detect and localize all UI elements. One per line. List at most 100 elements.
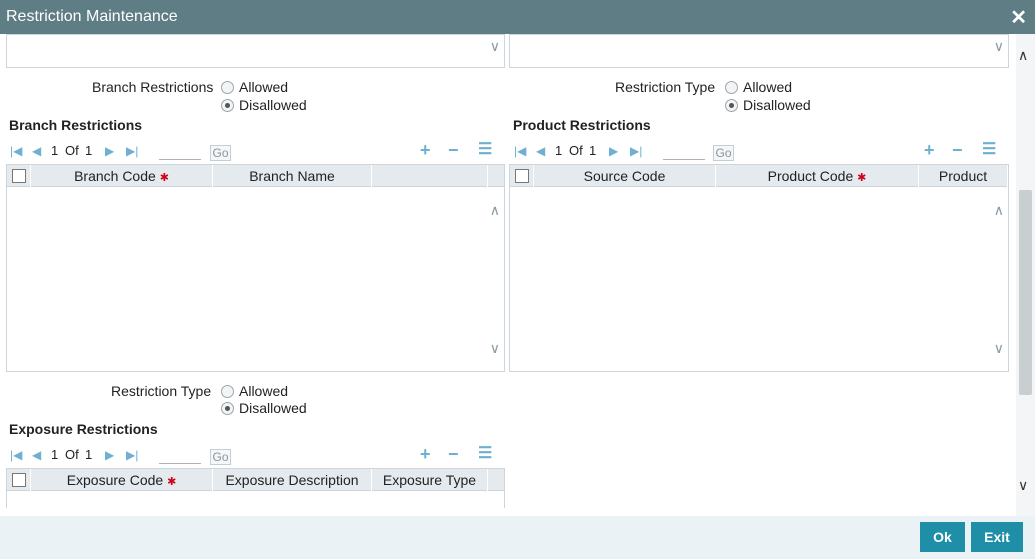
column-header-product-code[interactable]: Product Code ✱ — [716, 165, 919, 187]
radio-selected-icon[interactable] — [221, 99, 234, 112]
single-view-icon[interactable]: ☰ — [982, 142, 996, 158]
select-all-checkbox[interactable] — [514, 169, 529, 183]
product-disallowed-radio[interactable]: Disallowed — [725, 97, 811, 113]
grid-header: Source Code Product Code ✱ Product — [510, 165, 1008, 187]
go-button[interactable]: Go — [210, 449, 231, 465]
window-title: Restriction Maintenance — [6, 8, 178, 25]
prev-page-icon[interactable]: ◀ — [536, 144, 545, 158]
first-page-icon[interactable]: |◀ — [10, 448, 22, 462]
next-page-icon[interactable]: ▶ — [105, 448, 114, 462]
column-header-product[interactable]: Product — [919, 165, 1008, 187]
page-of: Of — [65, 447, 79, 462]
grid-header: Exposure Code ✱ Exposure Description Exp… — [7, 469, 504, 491]
exposure-restriction-type-label: Restriction Type — [111, 383, 212, 399]
add-row-icon[interactable]: + — [924, 141, 935, 159]
go-button[interactable]: Go — [713, 145, 734, 161]
ok-button[interactable]: Ok — [920, 522, 965, 552]
chevron-down-icon[interactable]: ∨ — [994, 39, 1004, 53]
select-all-cell — [510, 165, 534, 187]
select-all-cell — [7, 469, 31, 491]
radio-selected-icon[interactable] — [221, 402, 234, 415]
branch-top-list[interactable]: ∨ — [6, 34, 505, 68]
next-page-icon[interactable]: ▶ — [105, 144, 114, 158]
column-label: Product Code — [767, 168, 854, 184]
last-page-icon[interactable]: ▶| — [126, 448, 138, 462]
chevron-down-icon[interactable]: ∨ — [490, 39, 500, 53]
branch-disallowed-radio[interactable]: Disallowed — [221, 97, 307, 113]
page-current: 1 — [51, 447, 59, 462]
last-page-icon[interactable]: ▶| — [126, 144, 138, 158]
column-header-source-code[interactable]: Source Code — [534, 165, 716, 187]
delete-row-icon[interactable]: − — [952, 141, 963, 159]
product-top-list[interactable]: ∨ — [509, 34, 1009, 68]
required-icon: ✱ — [167, 476, 177, 488]
page-input[interactable] — [159, 146, 201, 160]
radio-label: Allowed — [743, 79, 793, 95]
delete-row-icon[interactable]: − — [448, 141, 459, 159]
page-input[interactable] — [663, 146, 705, 160]
footer-bar: Ok Exit — [0, 516, 1035, 559]
radio-label: Allowed — [239, 79, 289, 95]
radio-selected-icon[interactable] — [725, 99, 738, 112]
branch-grid: Branch Code ✱ Branch Name ∧ ∨ — [6, 164, 505, 372]
next-page-icon[interactable]: ▶ — [609, 144, 618, 158]
single-view-icon[interactable]: ☰ — [478, 446, 492, 462]
select-all-checkbox[interactable] — [11, 169, 26, 183]
radio-label: Allowed — [239, 383, 289, 399]
exit-button[interactable]: Exit — [971, 522, 1023, 552]
scrollbar-thumb[interactable] — [1019, 190, 1032, 395]
exposure-grid: Exposure Code ✱ Exposure Description Exp… — [6, 468, 505, 508]
prev-page-icon[interactable]: ◀ — [32, 144, 41, 158]
page-current: 1 — [555, 143, 563, 158]
radio-icon[interactable] — [221, 385, 234, 398]
chevron-up-icon[interactable]: ∧ — [490, 203, 500, 217]
scroll-down-icon[interactable]: ∨ — [1018, 478, 1028, 492]
column-header-exposure-description[interactable]: Exposure Description — [213, 469, 372, 491]
column-header-exposure-code[interactable]: Exposure Code ✱ — [31, 469, 213, 491]
branch-restrictions-heading: Branch Restrictions — [9, 117, 143, 133]
column-header-branch-code[interactable]: Branch Code ✱ — [31, 165, 213, 187]
single-view-icon[interactable]: ☰ — [478, 142, 492, 158]
exposure-disallowed-radio[interactable]: Disallowed — [221, 400, 307, 416]
scroll-up-icon[interactable]: ∧ — [1018, 48, 1028, 62]
column-header-empty — [372, 165, 488, 187]
radio-label: Disallowed — [239, 400, 307, 416]
grid-header: Branch Code ✱ Branch Name — [7, 165, 504, 187]
page-of: Of — [569, 143, 583, 158]
radio-label: Disallowed — [239, 97, 307, 113]
radio-icon[interactable] — [221, 81, 234, 94]
last-page-icon[interactable]: ▶| — [630, 144, 642, 158]
title-bar: Restriction Maintenance ✕ — [0, 0, 1035, 34]
close-icon[interactable]: ✕ — [1010, 5, 1027, 30]
go-button[interactable]: Go — [210, 145, 231, 161]
add-row-icon[interactable]: + — [420, 445, 431, 463]
prev-page-icon[interactable]: ◀ — [32, 448, 41, 462]
radio-icon[interactable] — [725, 81, 738, 94]
product-grid: Source Code Product Code ✱ Product ∧ ∨ — [509, 164, 1009, 372]
radio-label: Disallowed — [743, 97, 811, 113]
column-header-exposure-type[interactable]: Exposure Type — [372, 469, 488, 491]
page-total: 1 — [85, 447, 93, 462]
product-allowed-radio[interactable]: Allowed — [725, 79, 792, 95]
page-total: 1 — [589, 143, 597, 158]
product-restriction-type-label: Restriction Type — [615, 79, 716, 95]
required-icon: ✱ — [159, 172, 169, 184]
chevron-down-icon[interactable]: ∨ — [490, 341, 500, 355]
first-page-icon[interactable]: |◀ — [514, 144, 526, 158]
page-input[interactable] — [159, 450, 201, 464]
chevron-down-icon[interactable]: ∨ — [994, 341, 1004, 355]
add-row-icon[interactable]: + — [420, 141, 431, 159]
select-all-cell — [7, 165, 31, 187]
exposure-allowed-radio[interactable]: Allowed — [221, 383, 288, 399]
column-label: Exposure Code — [66, 472, 164, 488]
page-total: 1 — [85, 143, 93, 158]
column-header-branch-name[interactable]: Branch Name — [213, 165, 372, 187]
branch-allowed-radio[interactable]: Allowed — [221, 79, 288, 95]
branch-restrictions-label: Branch Restrictions — [92, 79, 214, 95]
select-all-checkbox[interactable] — [11, 473, 26, 487]
first-page-icon[interactable]: |◀ — [10, 144, 22, 158]
chevron-up-icon[interactable]: ∧ — [994, 203, 1004, 217]
delete-row-icon[interactable]: − — [448, 445, 459, 463]
column-label: Branch Code — [74, 168, 156, 184]
page-current: 1 — [51, 143, 59, 158]
